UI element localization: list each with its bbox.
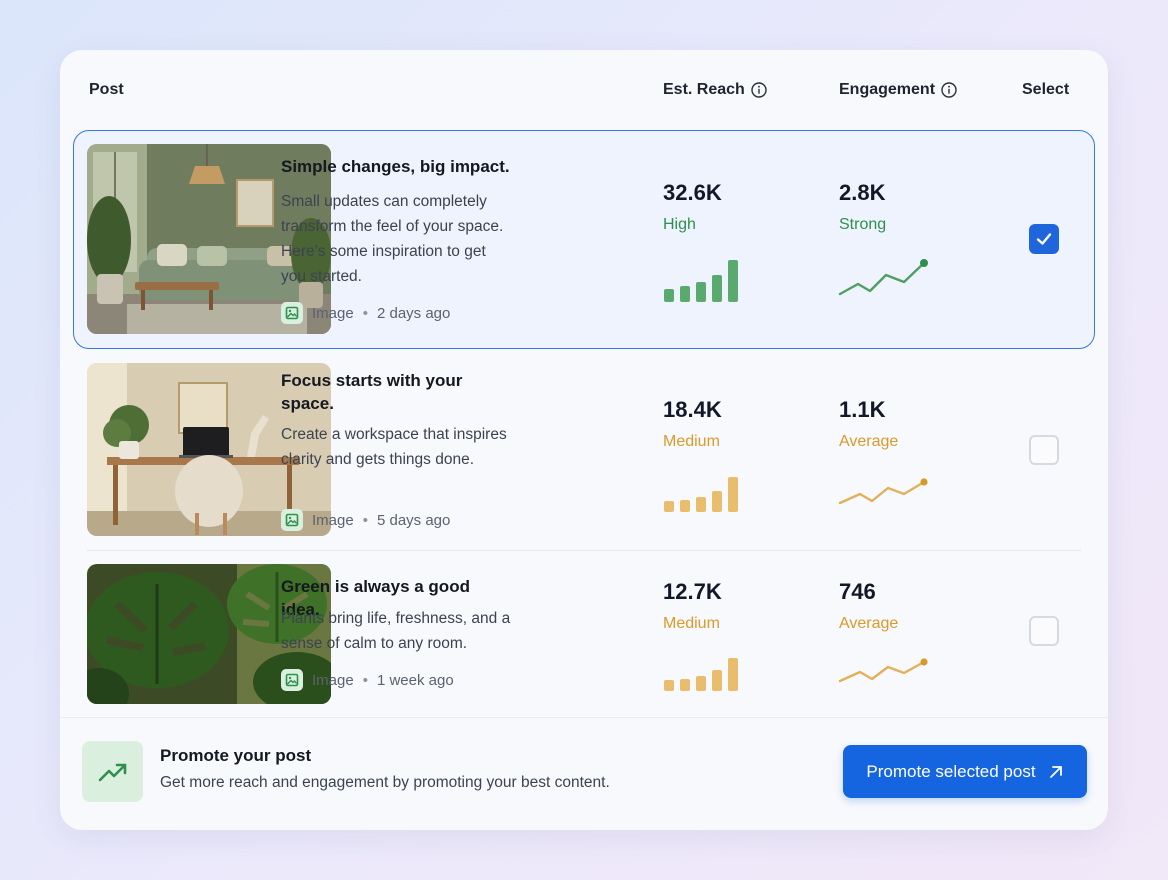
- post-description: Small updates can completely transform t…: [281, 193, 504, 285]
- engagement-level: Average: [839, 433, 899, 450]
- footer-divider: [60, 717, 1108, 718]
- engagement-level: Strong: [839, 216, 887, 233]
- post-time: 1 week ago: [376, 671, 454, 689]
- column-header-engagement: Engagement: [839, 81, 957, 99]
- promo-title: Promote your post: [160, 746, 312, 765]
- info-icon[interactable]: [751, 82, 767, 98]
- engagement-sparkline: [838, 658, 928, 683]
- reach-bars-chart: [664, 477, 738, 512]
- engagement-value: 2.8K: [839, 180, 886, 205]
- promote-selected-post-button[interactable]: Promote selected post: [843, 745, 1087, 798]
- image-icon: [281, 302, 303, 324]
- engagement-level: Average: [839, 615, 899, 632]
- post-meta: Image • 5 days ago: [281, 509, 450, 531]
- arrow-up-right-icon: [1048, 764, 1064, 780]
- post-title: Focus starts with your space.: [281, 371, 463, 413]
- reach-bars-chart: [664, 658, 738, 691]
- post-description: Plants bring life, freshness, and a sens…: [281, 610, 511, 652]
- post-meta: Image • 1 week ago: [281, 669, 454, 691]
- select-checkbox[interactable]: [1029, 224, 1059, 254]
- post-type: Image: [312, 671, 354, 689]
- select-checkbox[interactable]: [1029, 435, 1059, 465]
- image-icon: [281, 509, 303, 531]
- engagement-value: 746: [839, 579, 876, 604]
- column-header-post: Post: [89, 81, 124, 98]
- post-title: Simple changes, big impact.: [281, 157, 510, 176]
- column-header-select: Select: [1022, 81, 1070, 98]
- engagement-sparkline: [838, 478, 928, 505]
- reach-value: 32.6K: [663, 180, 722, 205]
- checkmark-icon: [1036, 233, 1052, 245]
- reach-value: 12.7K: [663, 579, 722, 604]
- post-description: Create a workspace that inspires clarity…: [281, 426, 507, 468]
- reach-level: High: [663, 216, 696, 233]
- post-time: 5 days ago: [376, 511, 451, 529]
- engagement-value: 1.1K: [839, 397, 886, 422]
- promo-description: Get more reach and engagement by promoti…: [160, 774, 610, 791]
- reach-level: Medium: [663, 615, 720, 632]
- reach-level: Medium: [663, 433, 720, 450]
- row-divider: [87, 550, 1081, 551]
- image-icon: [281, 669, 303, 691]
- reach-value: 18.4K: [663, 397, 722, 422]
- post-type: Image: [312, 304, 354, 322]
- column-header-reach: Est. Reach: [663, 81, 767, 99]
- reach-bars-chart: [664, 260, 738, 302]
- post-type: Image: [312, 511, 354, 529]
- post-meta: Image • 2 days ago: [281, 302, 450, 324]
- trending-up-icon: [82, 741, 143, 802]
- engagement-sparkline: [838, 259, 928, 296]
- info-icon[interactable]: [941, 82, 957, 98]
- post-time: 2 days ago: [376, 304, 451, 322]
- select-checkbox[interactable]: [1029, 616, 1059, 646]
- promote-button-label: Promote selected post: [866, 761, 1036, 781]
